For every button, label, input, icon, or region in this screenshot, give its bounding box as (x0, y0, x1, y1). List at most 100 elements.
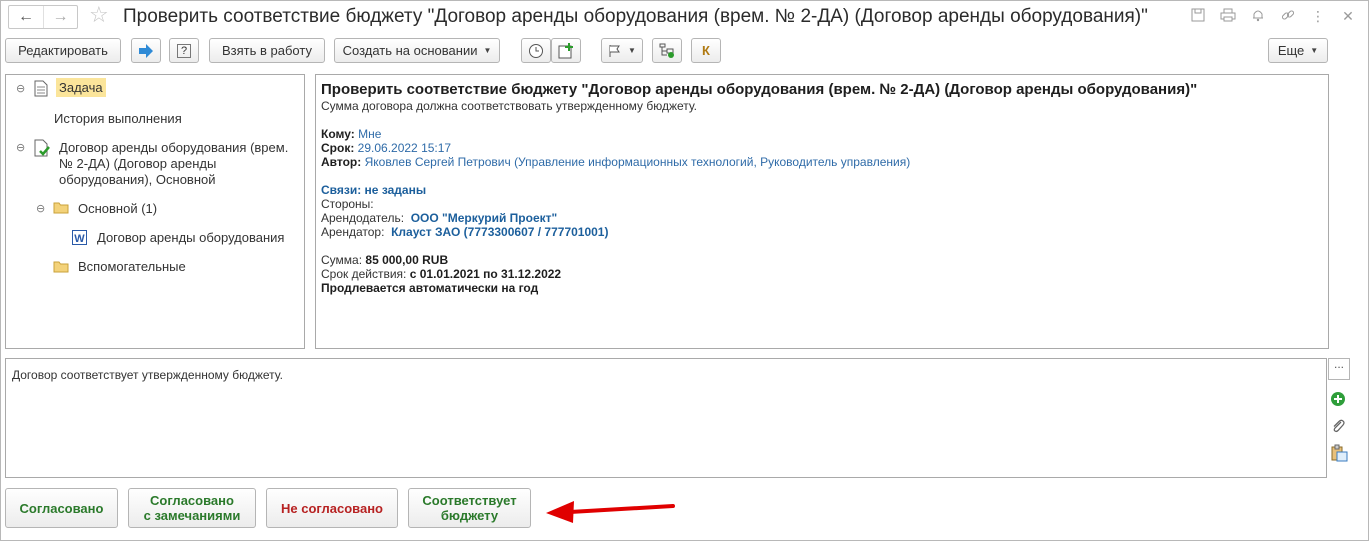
paperclip-icon[interactable] (1330, 418, 1346, 437)
create-based-on-button[interactable]: Создать на основании ▼ (334, 38, 500, 63)
approved-button[interactable]: Согласовано (5, 488, 118, 528)
to-value[interactable]: Мне (358, 127, 381, 141)
more-vertical-icon[interactable]: ⋮ (1309, 8, 1327, 25)
to-row: Кому: Мне (321, 127, 381, 141)
author-value[interactable]: Яковлев Сергей Петрович (Управление инфо… (365, 155, 911, 169)
add-subtask-button[interactable] (551, 38, 581, 63)
help-button[interactable]: ? (169, 38, 199, 63)
structure-button[interactable] (652, 38, 682, 63)
toolbar: Редактировать ? Взять в работу Создать н… (0, 38, 1369, 66)
flag-caret-icon: ▼ (628, 46, 636, 55)
lessor-label: Арендодатель: (321, 211, 405, 225)
create-based-on-label: Создать на основании (342, 43, 478, 58)
author-row: Автор: Яковлев Сергей Петрович (Управлен… (321, 155, 910, 169)
matches-budget-label: Соответствует бюджету (422, 493, 516, 523)
approved-with-remarks-button[interactable]: Согласовано с замечаниями (128, 488, 256, 528)
period-row: Срок действия: с 01.01.2021 по 31.12.202… (321, 267, 561, 281)
collapse-task-icon[interactable]: ⊖ (16, 82, 25, 95)
paste-icon[interactable] (1330, 444, 1348, 465)
comment-select-button[interactable]: ... (1328, 358, 1350, 380)
print-icon[interactable] (1219, 8, 1237, 25)
hierarchy-icon (659, 43, 674, 58)
lessee-label: Арендатор: (321, 225, 385, 239)
nav-buttons: ← → (8, 5, 78, 29)
tree-item-contract[interactable]: Договор аренды оборудования (врем. № 2-Д… (59, 140, 288, 188)
details-title: Проверить соответствие бюджету "Договор … (321, 81, 1198, 98)
contract-line-1: Договор аренды оборудования (врем. (59, 140, 289, 155)
sum-label: Сумма: (321, 253, 363, 267)
take-to-work-button[interactable]: Взять в работу (209, 38, 325, 63)
flag-icon (609, 44, 620, 57)
not-approved-button[interactable]: Не согласовано (266, 488, 398, 528)
tree-panel: ⊖ Задача История выполнения ⊖ Договор ар… (5, 74, 305, 349)
more-label: Еще (1277, 43, 1305, 58)
lessor-value[interactable]: ООО "Меркурий Проект" (411, 211, 558, 225)
arrow-right-icon (139, 43, 153, 58)
window-icons: ⋮ ✕ (1189, 8, 1357, 25)
back-button[interactable]: ← (9, 6, 43, 28)
period-value: с 01.01.2021 по 31.12.2022 (409, 267, 562, 281)
renewal-text: Продлевается автоматически на год (321, 281, 539, 295)
tree-item-aux-folder[interactable]: Вспомогательные (78, 259, 186, 275)
details-subtitle: Сумма договора должна соответствовать ут… (321, 99, 698, 113)
close-icon[interactable]: ✕ (1339, 8, 1357, 25)
links-value[interactable]: Связи: не заданы (321, 183, 426, 197)
save-icon[interactable] (1189, 8, 1207, 25)
favorite-star-icon[interactable]: ☆ (89, 3, 109, 27)
tree-item-file[interactable]: Договор аренды оборудования (97, 230, 284, 246)
sum-value: 85 000,00 RUB (365, 253, 449, 267)
comment-text: Договор соответствует утвержденному бюдж… (12, 368, 283, 382)
sum-row: Сумма: 85 000,00 RUB (321, 253, 448, 267)
due-label: Срок: (321, 141, 355, 155)
tree-item-history[interactable]: История выполнения (54, 111, 182, 127)
matches-line-2: бюджету (440, 508, 499, 523)
more-caret-icon: ▼ (1310, 46, 1319, 55)
clock-icon (529, 43, 543, 58)
clock-button[interactable] (521, 38, 551, 63)
lessee-row: Арендатор: Клауст ЗАО (7773300607 / 7777… (321, 225, 608, 239)
tree-item-task[interactable]: Задача (56, 78, 106, 97)
k-label: К (702, 43, 710, 58)
contract-line-3: оборудования), Основной (59, 172, 216, 187)
dropdown-caret-icon: ▼ (483, 46, 492, 55)
task-document-icon (34, 80, 48, 100)
edit-button[interactable]: Редактировать (5, 38, 121, 63)
link-icon[interactable] (1279, 8, 1297, 25)
matches-budget-button[interactable]: Соответствует бюджету (408, 488, 531, 528)
svg-text:W: W (74, 233, 85, 245)
tree-item-main-folder[interactable]: Основной (1) (78, 201, 157, 217)
approved-label: Согласовано (19, 500, 104, 516)
grid-add-icon (558, 42, 573, 58)
comment-textarea[interactable]: Договор соответствует утвержденному бюдж… (5, 358, 1327, 478)
lessor-row: Арендодатель: ООО "Меркурий Проект" (321, 211, 557, 225)
title-bar: ← → ☆ Проверить соответствие бюджету "До… (0, 0, 1369, 34)
aux-folder-icon (53, 260, 69, 276)
annotation-arrow-icon (546, 501, 675, 523)
more-button[interactable]: Еще ▼ (1268, 38, 1328, 63)
period-label: Срок действия: (321, 267, 407, 281)
not-approved-label: Не согласовано (281, 500, 383, 516)
task-label: Задача (56, 78, 106, 97)
collapse-contract-icon[interactable]: ⊖ (16, 141, 25, 154)
add-icon[interactable] (1330, 391, 1346, 410)
forward-button[interactable]: → (43, 6, 77, 28)
collapse-main-folder-icon[interactable]: ⊖ (36, 202, 45, 215)
to-label: Кому: (321, 127, 355, 141)
flag-button[interactable]: ▼ (601, 38, 643, 63)
contract-line-2: № 2-ДА) (Договор аренды (59, 156, 217, 171)
k-button[interactable]: К (691, 38, 721, 63)
links-row[interactable]: Связи: не заданы (321, 183, 426, 197)
due-row: Срок: 29.06.2022 15:17 (321, 141, 451, 155)
matches-line-1: Соответствует (422, 493, 517, 508)
bell-icon[interactable] (1249, 8, 1267, 25)
contract-document-icon (34, 139, 50, 160)
parties-label: Стороны: (321, 197, 374, 211)
word-file-icon: W (72, 230, 87, 248)
due-value[interactable]: 29.06.2022 15:17 (358, 141, 451, 155)
approved-remarks-line-2: с замечаниями (143, 508, 241, 523)
lessee-value[interactable]: Клауст ЗАО (7773300607 / 777701001) (391, 225, 608, 239)
forward-task-button[interactable] (131, 38, 161, 63)
author-label: Автор: (321, 155, 362, 169)
window-title: Проверить соответствие бюджету "Договор … (123, 6, 1148, 27)
details-panel: Проверить соответствие бюджету "Договор … (315, 74, 1329, 349)
